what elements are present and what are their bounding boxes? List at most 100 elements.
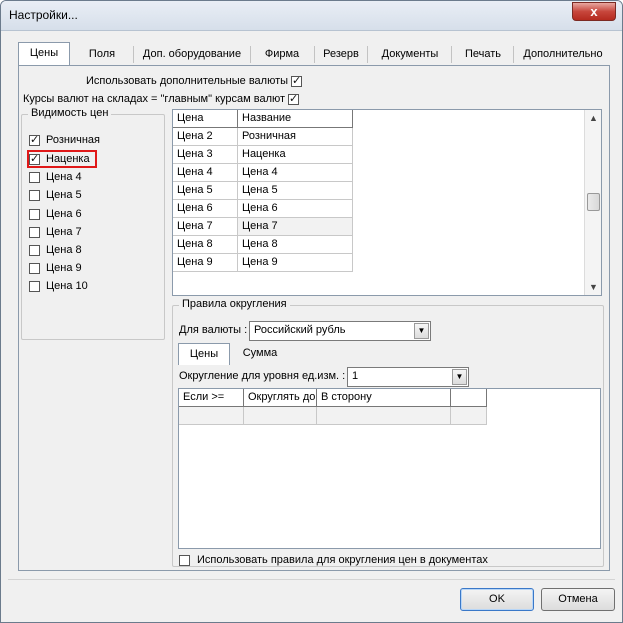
prices-tab-pane: Использовать дополнительные валюты Курсы… xyxy=(18,65,610,571)
chevron-down-icon[interactable]: ▼ xyxy=(452,369,467,385)
visibility-label: Цена 7 xyxy=(46,226,82,238)
visibility-item-price10[interactable]: Цена 10 xyxy=(29,278,88,294)
table-cell[interactable]: Цена 7 xyxy=(173,218,238,236)
tab-separator xyxy=(513,46,514,63)
tab-separator xyxy=(250,46,251,63)
table-cell[interactable]: Розничная xyxy=(238,128,353,146)
visibility-label: Цена 9 xyxy=(46,262,82,274)
column-header-name[interactable]: Название xyxy=(238,110,353,128)
subtab-prices[interactable]: Цены xyxy=(178,343,230,365)
visibility-item-price8[interactable]: Цена 8 xyxy=(29,242,82,258)
table-cell[interactable]: Цена 4 xyxy=(238,164,353,182)
tab-fields[interactable]: Поля xyxy=(76,44,128,66)
table-cell[interactable] xyxy=(244,407,317,425)
tab-prices[interactable]: Цены xyxy=(18,42,70,67)
visibility-label: Цена 6 xyxy=(46,208,82,220)
checkbox[interactable] xyxy=(29,133,40,146)
table-cell[interactable]: Наценка xyxy=(238,146,353,164)
column-header-if-greater[interactable]: Если >= xyxy=(179,389,244,407)
rounding-rules-title: Правила округления xyxy=(179,298,290,310)
column-header-price[interactable]: Цена xyxy=(173,110,238,128)
tab-extra-equipment[interactable]: Доп. оборудование xyxy=(136,44,248,66)
unit-level-value: 1 xyxy=(352,370,359,382)
visibility-label: Цена 8 xyxy=(46,244,82,256)
visibility-item-price6[interactable]: Цена 6 xyxy=(29,206,82,222)
tab-bar: Цены Поля Доп. оборудование Фирма Резерв… xyxy=(18,42,610,67)
ok-button[interactable]: OK xyxy=(460,588,534,611)
table-cell[interactable] xyxy=(451,407,487,425)
checkbox[interactable] xyxy=(29,226,40,238)
table-cell[interactable]: Цена 9 xyxy=(173,254,238,272)
checkbox[interactable] xyxy=(29,189,40,201)
currency-label: Для валюты : xyxy=(179,324,248,336)
use-rounding-in-docs-option[interactable]: Использовать правила для округления цен … xyxy=(179,552,488,568)
settings-dialog: Настройки... x Цены Поля Доп. оборудован… xyxy=(0,0,623,623)
table-cell[interactable]: Цена 8 xyxy=(173,236,238,254)
extra-currencies-label: Использовать дополнительные валюты xyxy=(86,75,289,87)
checkbox[interactable] xyxy=(29,152,40,165)
table-cell[interactable]: Цена 7 xyxy=(238,218,353,236)
price-visibility-title: Видимость цен xyxy=(28,107,112,119)
table-cell[interactable]: Цена 6 xyxy=(238,200,353,218)
dialog-client: Цены Поля Доп. оборудование Фирма Резерв… xyxy=(8,31,615,580)
column-header-round-to[interactable]: Округлять до xyxy=(244,389,317,407)
level-label: Округление для уровня ед.изм. : xyxy=(179,370,346,382)
subtab-sum[interactable]: Сумма xyxy=(235,343,285,365)
use-rounding-in-docs-label: Использовать правила для округления цен … xyxy=(197,554,488,566)
scrollbar-thumb[interactable] xyxy=(587,193,600,211)
tab-separator xyxy=(367,46,368,63)
extra-currencies-option[interactable]: Использовать дополнительные валюты xyxy=(86,73,303,89)
table-cell[interactable] xyxy=(179,407,244,425)
table-cell[interactable]: Цена 6 xyxy=(173,200,238,218)
use-rounding-in-docs-checkbox[interactable] xyxy=(179,554,190,566)
visibility-item-price9[interactable]: Цена 9 xyxy=(29,260,82,276)
visibility-item-retail[interactable]: Розничная xyxy=(29,132,100,148)
visibility-label: Розничная xyxy=(46,134,100,146)
visibility-item-price4[interactable]: Цена 4 xyxy=(29,169,82,185)
tab-separator xyxy=(314,46,315,63)
scroll-up-icon[interactable]: ▲ xyxy=(589,113,598,123)
visibility-item-price5[interactable]: Цена 5 xyxy=(29,187,82,203)
table-cell[interactable]: Цена 9 xyxy=(238,254,353,272)
visibility-item-markup[interactable]: Наценка xyxy=(29,151,90,167)
table-cell[interactable]: Цена 5 xyxy=(173,182,238,200)
tab-print[interactable]: Печать xyxy=(454,44,512,66)
window-title: Настройки... xyxy=(9,8,78,22)
scroll-down-icon[interactable]: ▼ xyxy=(589,282,598,292)
column-header-extra[interactable] xyxy=(451,389,487,407)
rounding-rules-group: Правила округления Для валюты : Российск… xyxy=(172,298,604,568)
column-header-direction[interactable]: В сторону xyxy=(317,389,451,407)
price-names-table[interactable]: Цена Название Цена 2 Розничная Цена 3 На… xyxy=(172,109,602,296)
currency-select[interactable]: Российский рубль ▼ xyxy=(249,321,431,341)
table-cell[interactable]: Цена 2 xyxy=(173,128,238,146)
visibility-label: Наценка xyxy=(46,153,90,165)
currency-value: Российский рубль xyxy=(254,324,346,336)
tab-documents[interactable]: Документы xyxy=(370,44,450,66)
warehouse-rates-checkbox[interactable] xyxy=(288,92,300,105)
visibility-item-price7[interactable]: Цена 7 xyxy=(29,224,82,240)
tab-separator xyxy=(451,46,452,63)
close-button[interactable]: x xyxy=(572,2,616,21)
warehouse-rates-option[interactable]: Курсы валют на складах = "главным" курса… xyxy=(23,91,300,107)
table-cell[interactable]: Цена 3 xyxy=(173,146,238,164)
checkbox[interactable] xyxy=(29,262,40,274)
table-cell[interactable]: Цена 8 xyxy=(238,236,353,254)
visibility-label: Цена 10 xyxy=(46,280,88,292)
unit-level-select[interactable]: 1 ▼ xyxy=(347,367,469,387)
tab-additional[interactable]: Дополнительно xyxy=(516,44,610,66)
rounding-rules-table[interactable]: Если >= Округлять до В сторону xyxy=(178,388,601,549)
table-cell[interactable]: Цена 5 xyxy=(238,182,353,200)
checkbox[interactable] xyxy=(29,280,40,292)
tab-reserve[interactable]: Резерв xyxy=(316,44,366,66)
tab-company[interactable]: Фирма xyxy=(252,44,312,66)
checkbox[interactable] xyxy=(29,208,40,220)
table-scrollbar[interactable]: ▲ ▼ xyxy=(584,110,601,295)
table-cell[interactable]: Цена 4 xyxy=(173,164,238,182)
table-cell[interactable] xyxy=(317,407,451,425)
extra-currencies-checkbox[interactable] xyxy=(291,74,303,87)
checkbox[interactable] xyxy=(29,171,40,183)
cancel-button[interactable]: Отмена xyxy=(541,588,615,611)
checkbox[interactable] xyxy=(29,244,40,256)
chevron-down-icon[interactable]: ▼ xyxy=(414,323,429,339)
visibility-label: Цена 5 xyxy=(46,189,82,201)
